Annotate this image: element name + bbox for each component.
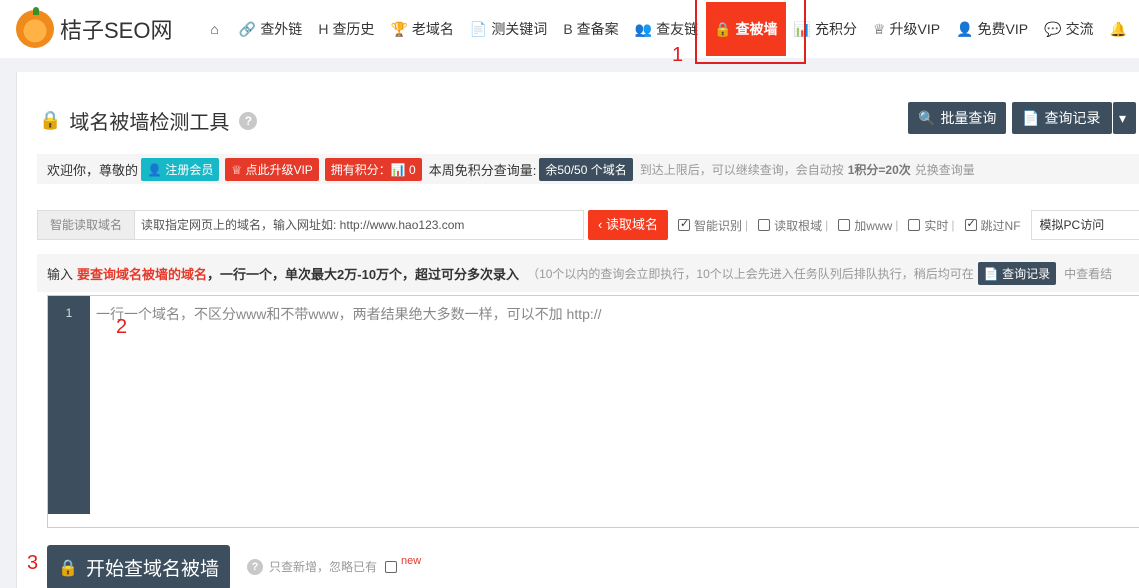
top-nav: 桔子SEO网 ⌂ 🔗 查外链 H 查历史 🏆 老域名 📄 测关键词 B 查备案 👥 查友链 🔒 查被墙 📊 充积… xyxy=(0,0,1139,58)
start-check-button[interactable]: 🔒 开始查域名被墙 xyxy=(47,545,230,588)
weekly-quota-badge: 余50/50 个域名 xyxy=(539,157,633,181)
lock-icon: 🔒 xyxy=(39,110,62,130)
nav-item-home[interactable]: ⌂ xyxy=(202,0,230,58)
nav-item-查被墙[interactable]: 🔒 查被墙 xyxy=(706,2,786,56)
crown-icon: ♕ xyxy=(231,162,243,177)
annotation-1: 1 xyxy=(672,44,684,66)
nav-item-bell[interactable]: 🔔 xyxy=(1102,0,1139,58)
site-logo[interactable]: 桔子SEO网 xyxy=(16,7,188,48)
nav-item-label: 查外链 xyxy=(260,21,303,37)
upgrade-vip-badge[interactable]: ♕ 点此升级VIP xyxy=(225,157,319,181)
domain-reader-row: 智能读取域名 读取指定网页上的域名，输入网址如: http://www.hao1… xyxy=(37,210,1139,240)
query-records-link[interactable]: 📄 查询记录 xyxy=(977,261,1057,285)
nav-item-免费VIP[interactable]: 👤 免费VIP xyxy=(948,0,1036,58)
chevron-down-icon: ▾ xyxy=(1119,109,1127,126)
only-new-checkbox[interactable] xyxy=(385,560,398,573)
nav-item-label: 升级VIP xyxy=(889,21,941,37)
user-icon: 👤 xyxy=(147,162,162,177)
unchecked-box-icon xyxy=(758,219,771,231)
page-title: 域名被墙检测工具 xyxy=(69,112,230,134)
annotation-2: 2 xyxy=(116,316,128,338)
nav-item-label: 测关键词 xyxy=(491,21,548,37)
nav-item-查历史[interactable]: H 查历史 xyxy=(310,0,382,58)
domain-editor[interactable]: 1 一行一个域名，不区分www和不带www，两者结果绝大多数一样，可以不加 ht… xyxy=(47,295,1139,528)
nav-item-label: 免费VIP xyxy=(977,21,1029,37)
search-icon: 🔍 xyxy=(918,109,936,126)
history-icon: H xyxy=(318,21,329,37)
separator: | xyxy=(745,218,749,232)
trophy-icon: 🏆 xyxy=(390,20,408,37)
help-icon[interactable]: ? xyxy=(239,111,258,130)
separator: | xyxy=(895,218,899,232)
bar-chart-icon: 📊 xyxy=(793,20,811,37)
query-records-dropdown[interactable]: ▾ xyxy=(1113,102,1136,134)
option-checkbox[interactable]: 跳过NF xyxy=(964,217,1021,234)
batch-query-button[interactable]: 🔍 批量查询 xyxy=(908,102,1007,134)
lock-icon: 🔒 xyxy=(714,20,732,37)
nav-item-label: 交流 xyxy=(1065,21,1094,37)
read-domains-button[interactable]: ‹ 读取域名 xyxy=(588,210,668,240)
nav-item-充积分[interactable]: 📊 充积分 xyxy=(786,0,865,58)
option-checkbox[interactable]: 智能识别| xyxy=(678,217,748,234)
nav-item-查备案[interactable]: B 查备案 xyxy=(555,0,626,58)
nav-item-交流[interactable]: 💬 交流 xyxy=(1036,0,1101,58)
nav-item-查外链[interactable]: 🔗 查外链 xyxy=(231,0,310,58)
nav-item-label: 充积分 xyxy=(814,21,857,37)
nav-item-升级VIP[interactable]: ♕ 升级VIP xyxy=(865,0,948,58)
separator: | xyxy=(825,218,829,232)
annotation-3: 3 xyxy=(27,552,39,574)
line-number-gutter: 1 xyxy=(48,296,90,514)
points-badge[interactable]: 拥有积分：📊 0 xyxy=(324,157,422,181)
access-mode-select[interactable]: 模拟PC访问 xyxy=(1030,210,1139,240)
input-instructions: 输入 要查询域名被墙的域名 ，一行一个，单次最大2万-10万个，超过可分多次录入… xyxy=(37,254,1139,292)
nav-item-label: 查被墙 xyxy=(735,21,778,37)
unchecked-box-icon xyxy=(838,219,851,231)
document-icon: 📄 xyxy=(983,266,999,281)
option-checkbox[interactable]: 实时 | xyxy=(908,217,955,234)
page-header: 🔒 域名被墙检测工具 ? xyxy=(39,106,258,135)
record-icon: B xyxy=(563,21,573,37)
nav-item-测关键词[interactable]: 📄 测关键词 xyxy=(462,0,555,58)
main-panel: 🔒 域名被墙检测工具 ? 🔍 批量查询 📄 查询记录 ▾ 欢迎你，尊敬的 👤 注… xyxy=(16,72,1139,588)
new-badge: new xyxy=(401,554,422,567)
welcome-bar: 欢迎你，尊敬的 👤 注册会员 ♕ 点此升级VIP 拥有积分：📊 0 本周免积分查… xyxy=(37,154,1139,184)
domain-textarea[interactable]: 一行一个域名，不区分www和不带www，两者结果绝大多数一样，可以不加 http… xyxy=(90,296,1139,527)
logo-text: 桔子SEO网 xyxy=(60,18,173,43)
user-add-icon: 👤 xyxy=(956,20,974,37)
reader-label: 智能读取域名 xyxy=(37,210,136,240)
nav-item-label: 查友链 xyxy=(656,21,699,37)
member-badge[interactable]: 👤 注册会员 xyxy=(141,157,220,181)
home-icon: ⌂ xyxy=(210,21,219,37)
unchecked-box-icon xyxy=(908,219,921,231)
query-records-button[interactable]: 📄 查询记录 xyxy=(1012,102,1112,134)
crown-icon: ♕ xyxy=(872,20,886,37)
nav-item-label: 查备案 xyxy=(576,21,619,37)
friends-icon: 👥 xyxy=(634,20,653,37)
chevron-left-icon: ‹ xyxy=(598,217,603,232)
option-checkbox[interactable]: 加www | xyxy=(838,217,898,234)
only-new-option: ? 只查新增，忽略已有 new xyxy=(247,554,422,575)
nav-item-label: 查历史 xyxy=(332,21,375,37)
doc-icon: 📄 xyxy=(469,20,488,37)
bell-icon: 🔔 xyxy=(1109,20,1127,37)
nav-item-查友链[interactable]: 👥 查友链 xyxy=(627,0,706,58)
separator: | xyxy=(951,218,955,232)
option-checkbox[interactable]: 读取根域 | xyxy=(758,217,828,234)
checked-box-icon xyxy=(964,217,977,231)
checked-box-icon xyxy=(678,217,690,231)
link-icon: 🔗 xyxy=(238,20,257,37)
url-input[interactable]: 读取指定网页上的域名，输入网址如: http://www.hao123.com xyxy=(135,210,585,240)
nav-item-label: 老域名 xyxy=(411,21,454,37)
chat-icon: 💬 xyxy=(1044,20,1062,37)
nav-item-老域名[interactable]: 🏆 老域名 xyxy=(382,0,461,58)
orange-logo-icon xyxy=(16,7,54,48)
help-icon[interactable]: ? xyxy=(247,558,263,575)
document-icon: 📄 xyxy=(1022,109,1040,126)
lock-icon: 🔒 xyxy=(58,559,78,577)
